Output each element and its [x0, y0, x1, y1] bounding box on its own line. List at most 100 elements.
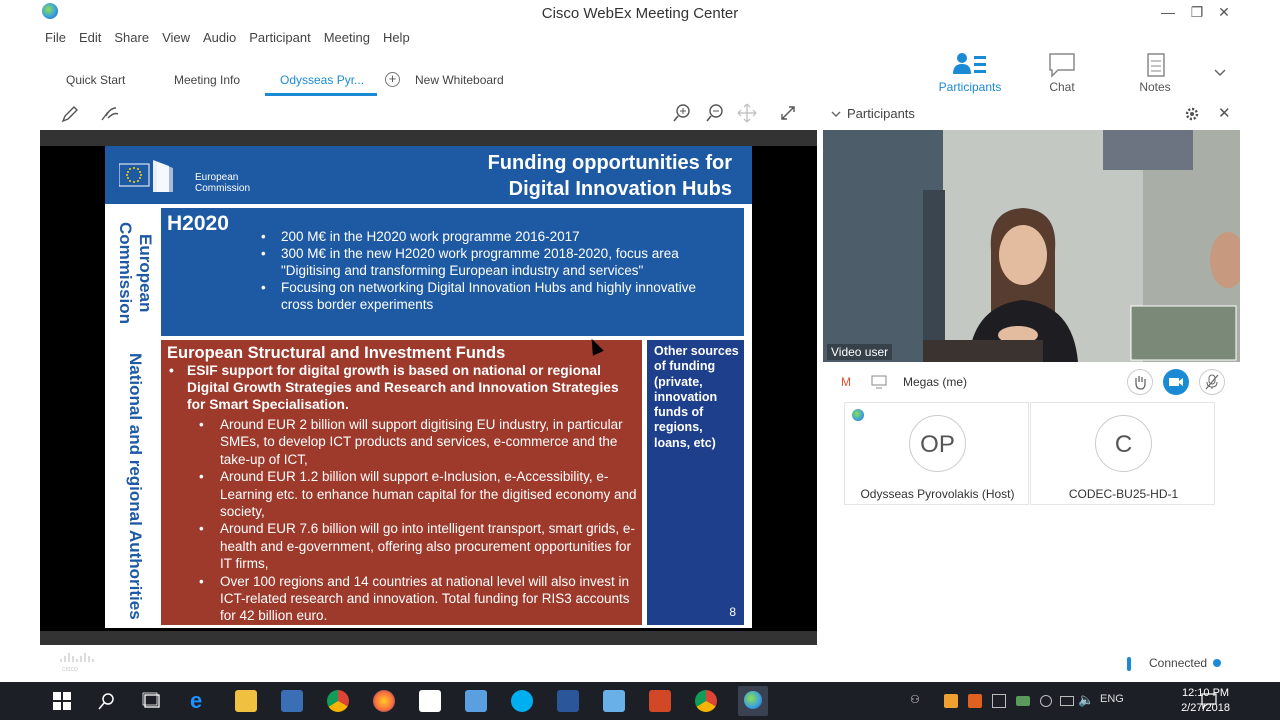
video-feed: Video user — [823, 130, 1240, 362]
participant-tile[interactable]: OP Odysseas Pyrovolakis (Host) — [844, 402, 1029, 505]
menu-meeting[interactable]: Meeting — [324, 30, 370, 46]
tray-app-icon[interactable] — [944, 694, 958, 708]
menu-edit[interactable]: Edit — [79, 30, 101, 46]
video-user-label: Video user — [827, 344, 893, 360]
menu-help[interactable]: Help — [383, 30, 410, 46]
add-tab-icon[interactable]: + — [385, 72, 400, 87]
my-name: Megas (me) — [903, 375, 968, 389]
edge-icon[interactable]: e — [190, 690, 212, 712]
tray-app-icon[interactable] — [1016, 696, 1030, 706]
cisco-logo-icon: cisco — [60, 653, 94, 673]
list-item: 300 M€ in the new H2020 work programme 2… — [261, 245, 731, 279]
connection-indicator-icon — [1213, 659, 1221, 667]
network-icon[interactable] — [1060, 696, 1074, 706]
chrome-icon[interactable] — [327, 690, 349, 712]
menu-participant[interactable]: Participant — [249, 30, 310, 46]
menu-share[interactable]: Share — [114, 30, 149, 46]
search-icon[interactable] — [98, 692, 116, 710]
zoom-out-icon[interactable] — [705, 103, 725, 123]
tray-app-icon[interactable] — [992, 694, 1006, 708]
avatar: OP — [909, 415, 966, 472]
connection-status: Connected — [1149, 656, 1208, 670]
file-explorer-icon[interactable] — [235, 690, 257, 712]
screen-share-icon — [871, 375, 887, 389]
ec-org-line1: European — [195, 172, 239, 183]
tray-app-icon[interactable] — [1040, 695, 1052, 707]
raise-hand-button[interactable] — [1127, 369, 1153, 395]
people-icon[interactable]: ⚇ — [910, 693, 920, 706]
status-bar: cisco Connected — [40, 645, 1240, 682]
zoom-in-icon[interactable] — [672, 103, 692, 123]
chat-icon — [1049, 53, 1075, 78]
side-label-ec-text: European Commission — [116, 221, 155, 325]
restore-button[interactable]: ❐ — [1185, 4, 1209, 21]
close-button[interactable]: ✕ — [1212, 4, 1236, 21]
presentation-slide: European Commission Funding opportunitie… — [105, 146, 752, 628]
task-view-icon[interactable] — [142, 692, 162, 710]
participant-tile[interactable]: C CODEC-BU25-HD-1 — [1030, 402, 1215, 505]
menu-view[interactable]: View — [162, 30, 190, 46]
tray-app-icon[interactable] — [968, 694, 982, 708]
content-tabs: Quick Start Meeting Info Odysseas Pyr...… — [40, 60, 820, 98]
pointer-tool-icon[interactable] — [98, 104, 120, 124]
fullscreen-icon[interactable] — [778, 103, 798, 123]
tab-new-whiteboard[interactable]: New Whiteboard — [415, 73, 504, 87]
window-title: Cisco WebEx Meeting Center — [541, 5, 739, 22]
windows-taskbar: e ⚇ 🔈 ENG 12:10 PM 2/27/2018 — [0, 682, 1280, 720]
video-toggle-button[interactable] — [1163, 369, 1189, 395]
window-app-icon[interactable] — [603, 690, 625, 712]
esif-title: European Structural and Investment Funds — [167, 344, 506, 362]
powerpoint-icon[interactable] — [649, 690, 671, 712]
other-sources-text: Other sources of funding (private, innov… — [654, 344, 739, 450]
menu-audio[interactable]: Audio — [203, 30, 236, 46]
my-initial: M — [841, 375, 851, 389]
chrome-icon[interactable] — [695, 690, 717, 712]
close-panel-icon[interactable]: ✕ — [1218, 104, 1231, 122]
gear-icon[interactable] — [1184, 106, 1200, 122]
pan-icon[interactable] — [737, 103, 757, 123]
video-scene — [823, 130, 1240, 362]
store-icon[interactable] — [281, 690, 303, 712]
language-indicator[interactable]: ENG — [1100, 693, 1124, 705]
slide-header: European Commission Funding opportunitie… — [105, 146, 752, 204]
slide-title: Funding opportunities for Digital Innova… — [372, 150, 732, 202]
participant-name: Odysseas Pyrovolakis (Host) — [860, 487, 1015, 501]
esif-main-point: ESIF support for digital growth is based… — [169, 362, 639, 413]
participants-panel-header: Participants ✕ — [823, 98, 1240, 130]
signal-icon — [1127, 657, 1131, 671]
word-icon[interactable] — [557, 690, 579, 712]
minimize-button[interactable]: — — [1156, 4, 1180, 20]
list-item: Around EUR 1.2 billion will support e-In… — [199, 468, 639, 520]
presentation-toolbar — [40, 98, 817, 130]
skype-icon[interactable] — [511, 690, 533, 712]
panel-title: Participants — [847, 106, 915, 121]
app-icon[interactable] — [465, 690, 487, 712]
collapse-icon[interactable] — [831, 109, 841, 119]
mail-icon[interactable] — [419, 690, 441, 712]
ec-org-line2: Commission — [195, 183, 251, 194]
list-item: Focusing on networking Digital Innovatio… — [261, 279, 731, 313]
side-label-ec: European Commission — [113, 208, 157, 338]
h2020-list: 200 M€ in the H2020 work programme 2016-… — [261, 228, 731, 313]
participants-icon — [953, 53, 986, 74]
pen-icon[interactable] — [60, 104, 80, 124]
firefox-icon[interactable] — [373, 690, 395, 712]
list-item: Over 100 regions and 14 countries at nat… — [199, 573, 639, 625]
active-tab-indicator — [265, 93, 377, 96]
tab-meeting-info[interactable]: Meeting Info — [174, 73, 240, 87]
windows-start-icon[interactable] — [53, 692, 71, 710]
volume-icon[interactable]: 🔈 — [1078, 692, 1094, 708]
notifications-icon[interactable] — [1201, 693, 1217, 709]
chevron-down-icon[interactable] — [1213, 68, 1227, 78]
tab-chat-label: Chat — [1049, 80, 1075, 94]
participant-name: CODEC-BU25-HD-1 — [1068, 487, 1179, 501]
tab-notes-label: Notes — [1139, 80, 1171, 94]
menu-file[interactable]: File — [45, 30, 66, 46]
tab-quick-start[interactable]: Quick Start — [66, 73, 125, 87]
list-item: Around EUR 7.6 billion will go into inte… — [199, 520, 639, 572]
mute-button[interactable] — [1199, 369, 1225, 395]
webex-taskbar-button[interactable] — [738, 686, 768, 716]
hand-icon — [1135, 376, 1146, 390]
list-item: 200 M€ in the H2020 work programme 2016-… — [261, 228, 731, 245]
tab-shared-content[interactable]: Odysseas Pyr... — [280, 73, 364, 87]
